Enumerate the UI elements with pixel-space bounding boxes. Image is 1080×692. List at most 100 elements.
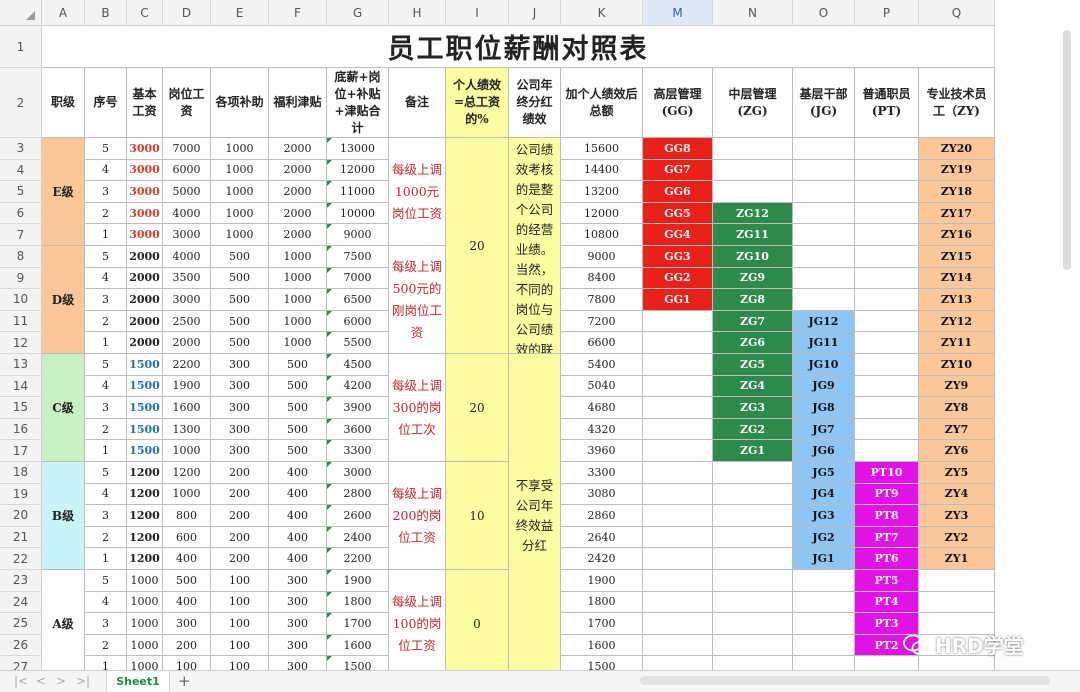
cell-gg[interactable]: GG5 bbox=[643, 202, 713, 225]
cell-zg[interactable] bbox=[713, 570, 793, 592]
cell-seq[interactable]: 2 bbox=[85, 310, 127, 333]
cell-zg[interactable]: ZG5 bbox=[713, 354, 793, 376]
personal-pct-c[interactable]: 20 bbox=[446, 354, 509, 462]
cell-zg[interactable] bbox=[713, 483, 793, 506]
cell-sub[interactable]: 500 bbox=[211, 267, 269, 290]
row-header-11[interactable]: 11 bbox=[0, 310, 42, 333]
cell-zg[interactable] bbox=[713, 159, 793, 182]
cell-seq[interactable]: 2 bbox=[85, 202, 127, 225]
cell-zy[interactable]: ZY7 bbox=[919, 418, 995, 441]
cell-gg[interactable] bbox=[643, 418, 713, 441]
personal-pct-e-d[interactable]: 20 bbox=[446, 138, 509, 354]
header-m[interactable]: 高层管理(GG) bbox=[643, 68, 713, 138]
column-header-f[interactable]: F bbox=[269, 0, 327, 26]
cell-zy[interactable]: ZY4 bbox=[919, 483, 995, 506]
cell-sub[interactable]: 1000 bbox=[211, 159, 269, 182]
cell-after[interactable]: 5400 bbox=[561, 354, 643, 376]
cell-post[interactable]: 500 bbox=[163, 570, 211, 592]
cell-sub[interactable]: 500 bbox=[211, 289, 269, 311]
cell-jg[interactable] bbox=[793, 224, 855, 246]
cell-after[interactable]: 1600 bbox=[561, 634, 643, 657]
cell-pt[interactable] bbox=[855, 332, 919, 354]
cell-zy[interactable]: ZY1 bbox=[919, 548, 995, 570]
cell-sub[interactable]: 300 bbox=[211, 418, 269, 441]
cell-zg[interactable] bbox=[713, 613, 793, 635]
cell-zg[interactable]: ZG12 bbox=[713, 202, 793, 225]
cell-pt[interactable]: PT5 bbox=[855, 570, 919, 592]
spreadsheet-grid[interactable]: 职级 序号 基本工资 岗位工资 各项补助 福利津贴 底薪+岗位+补贴+津贴合计 备注 个人绩效=… bbox=[0, 0, 1060, 670]
next-sheet-button[interactable]: > bbox=[56, 674, 66, 688]
cell-zy[interactable]: ZY16 bbox=[919, 224, 995, 246]
cell-gg[interactable] bbox=[643, 397, 713, 419]
last-sheet-button[interactable]: >| bbox=[76, 674, 90, 688]
header-d[interactable]: 岗位工资 bbox=[163, 68, 211, 138]
cell-after[interactable]: 3960 bbox=[561, 440, 643, 462]
row-header-12[interactable]: 12 bbox=[0, 332, 42, 354]
cell-gg[interactable]: GG2 bbox=[643, 267, 713, 290]
cell-welfare[interactable]: 400 bbox=[269, 462, 327, 484]
cell-sub[interactable]: 300 bbox=[211, 354, 269, 376]
vertical-scrollbar[interactable] bbox=[1063, 30, 1071, 270]
cell-sub[interactable]: 500 bbox=[211, 246, 269, 268]
cell-zg[interactable]: ZG9 bbox=[713, 267, 793, 290]
cell-jg[interactable]: JG4 bbox=[793, 483, 855, 506]
cell-total[interactable]: 1800 bbox=[327, 591, 389, 614]
header-a[interactable]: 职级 bbox=[42, 68, 85, 138]
cell-post[interactable]: 300 bbox=[163, 613, 211, 635]
cell-pt[interactable]: PT7 bbox=[855, 526, 919, 549]
cell-welfare[interactable]: 2000 bbox=[269, 138, 327, 160]
cell-base[interactable]: 1500 bbox=[127, 418, 163, 441]
cell-base[interactable]: 3000 bbox=[127, 138, 163, 160]
cell-jg[interactable]: JG6 bbox=[793, 440, 855, 462]
cell-sub[interactable]: 200 bbox=[211, 483, 269, 506]
cell-after[interactable]: 14400 bbox=[561, 159, 643, 182]
cell-zg[interactable]: ZG10 bbox=[713, 246, 793, 268]
level-label[interactable]: A级 bbox=[42, 570, 85, 670]
cell-gg[interactable]: GG4 bbox=[643, 224, 713, 246]
header-p[interactable]: 普通职员(PT) bbox=[855, 68, 919, 138]
column-header-o[interactable]: O bbox=[793, 0, 855, 26]
cell-post[interactable]: 4000 bbox=[163, 246, 211, 268]
row-header-25[interactable]: 25 bbox=[0, 613, 42, 635]
cell-pt[interactable] bbox=[855, 375, 919, 398]
cell-total[interactable]: 2400 bbox=[327, 526, 389, 549]
level-note[interactable]: 每级上调500元的刚岗位工资 bbox=[389, 246, 446, 354]
row-header-23[interactable]: 23 bbox=[0, 570, 42, 592]
cell-sub[interactable]: 300 bbox=[211, 440, 269, 462]
cell-pt[interactable] bbox=[855, 289, 919, 311]
cell-post[interactable]: 400 bbox=[163, 548, 211, 570]
cell-zg[interactable]: ZG3 bbox=[713, 397, 793, 419]
add-sheet-button[interactable]: + bbox=[178, 672, 191, 690]
cell-zg[interactable] bbox=[713, 505, 793, 527]
cell-after[interactable]: 9000 bbox=[561, 246, 643, 268]
cell-zg[interactable]: ZG6 bbox=[713, 332, 793, 354]
cell-after[interactable]: 4320 bbox=[561, 418, 643, 441]
level-note[interactable]: 每级上调1000元岗位工资 bbox=[389, 138, 446, 246]
cell-jg[interactable]: JG3 bbox=[793, 505, 855, 527]
row-header-3[interactable]: 3 bbox=[0, 138, 42, 160]
cell-pt[interactable] bbox=[855, 138, 919, 160]
cell-base[interactable]: 1000 bbox=[127, 570, 163, 592]
cell-welfare[interactable]: 2000 bbox=[269, 224, 327, 246]
cell-pt[interactable] bbox=[855, 354, 919, 376]
cell-pt[interactable] bbox=[855, 246, 919, 268]
cell-base[interactable]: 1000 bbox=[127, 656, 163, 670]
personal-pct-b[interactable]: 10 bbox=[446, 462, 509, 570]
column-header-p[interactable]: P bbox=[855, 0, 919, 26]
first-sheet-button[interactable]: |< bbox=[14, 674, 28, 688]
cell-zg[interactable]: ZG7 bbox=[713, 310, 793, 333]
cell-seq[interactable]: 5 bbox=[85, 138, 127, 160]
cell-sub[interactable]: 100 bbox=[211, 570, 269, 592]
cell-pt[interactable] bbox=[855, 181, 919, 203]
cell-after[interactable]: 7800 bbox=[561, 289, 643, 311]
cell-sub[interactable]: 1000 bbox=[211, 138, 269, 160]
cell-post[interactable]: 3500 bbox=[163, 267, 211, 290]
cell-jg[interactable] bbox=[793, 267, 855, 290]
cell-sub[interactable]: 200 bbox=[211, 526, 269, 549]
cell-welfare[interactable]: 400 bbox=[269, 483, 327, 506]
cell-sub[interactable]: 300 bbox=[211, 375, 269, 398]
column-header-a[interactable]: A bbox=[42, 0, 85, 26]
cell-post[interactable]: 5000 bbox=[163, 181, 211, 203]
cell-zy[interactable]: ZY8 bbox=[919, 397, 995, 419]
cell-pt[interactable]: PT9 bbox=[855, 483, 919, 506]
